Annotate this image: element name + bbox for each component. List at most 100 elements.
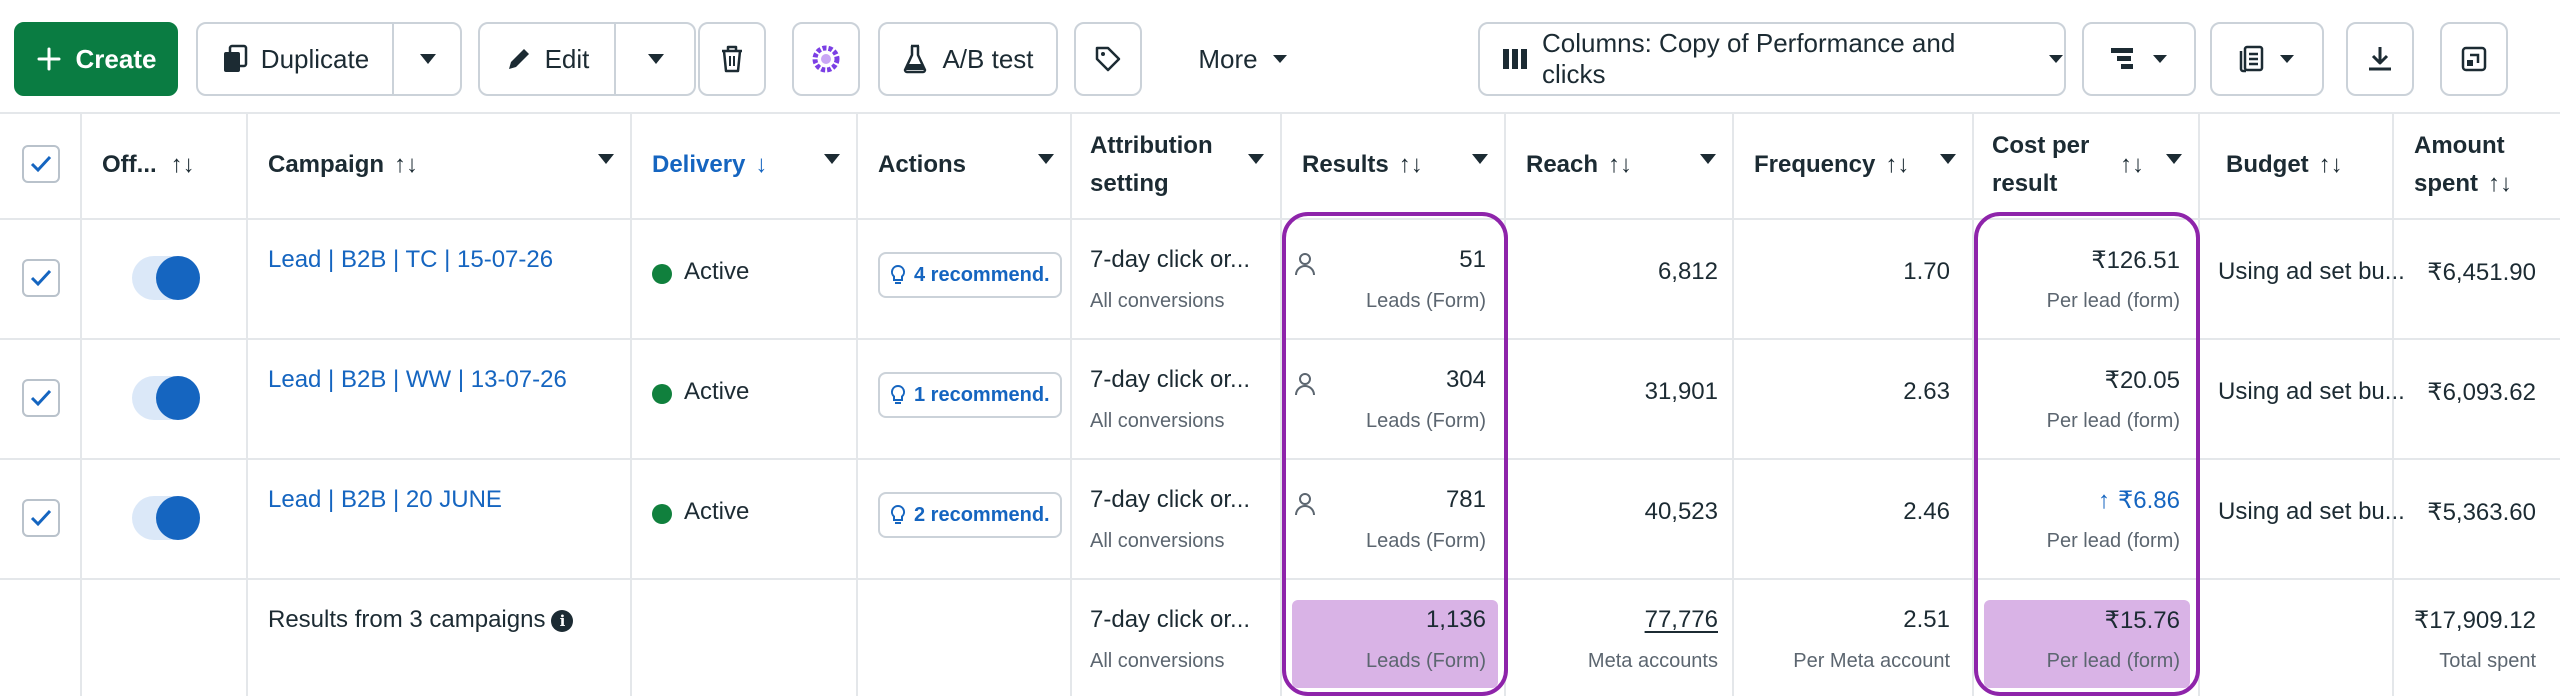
column-header-campaign[interactable]: Campaign ↑↓ <box>268 112 628 218</box>
attribution-setting: 7-day click or... <box>1090 366 1251 393</box>
columns-label: Columns: Copy of Performance and clicks <box>1542 28 1956 89</box>
recommendations-button[interactable]: 1 recommend. <box>878 372 1062 418</box>
tag-button[interactable] <box>1074 22 1142 96</box>
column-header-reach[interactable]: Reach ↑↓ <box>1526 112 1730 218</box>
caret-down-icon <box>2153 55 2167 63</box>
column-header-results[interactable]: Results ↑↓ <box>1302 112 1502 218</box>
toolbar: Create Duplicate Edit A/B test More Colu… <box>0 0 2560 112</box>
ab-test-button[interactable]: A/B test <box>878 22 1058 96</box>
campaign-toggle[interactable] <box>132 256 200 300</box>
breakdown-dropdown[interactable] <box>2082 22 2196 96</box>
columns-icon <box>1503 49 1527 69</box>
summary-reach-sub: Meta accounts <box>1587 650 1718 672</box>
duplicate-icon <box>223 44 248 72</box>
campaign-name-link[interactable]: Lead | B2B | 20 JUNE <box>268 486 502 514</box>
expand-icon <box>2461 46 2487 72</box>
campaign-toggle[interactable] <box>132 376 200 420</box>
delivery-status: Active <box>684 258 750 285</box>
plus-icon <box>37 47 61 71</box>
select-all-checkbox[interactable] <box>22 145 60 183</box>
column-header-cost-per-result[interactable]: Cost per result ↑↓ <box>1992 112 2196 218</box>
duplicate-label: Duplicate <box>260 43 370 74</box>
column-menu-caret-icon[interactable] <box>1940 154 1956 164</box>
checkmark-icon <box>30 509 52 527</box>
checkmark-icon <box>30 155 52 173</box>
caret-down-icon <box>1272 55 1287 63</box>
download-icon <box>2369 47 2391 71</box>
sort-desc-icon: ↓ <box>755 151 768 178</box>
reach-value: 31,901 <box>1644 378 1718 405</box>
status-dot-icon <box>652 504 672 524</box>
row-checkbox[interactable] <box>22 499 60 537</box>
pencil-icon <box>508 49 529 69</box>
reports-icon <box>2239 45 2264 73</box>
edit-label: Edit <box>544 43 590 74</box>
flask-icon <box>904 44 927 74</box>
sort-icon: ↑↓ <box>2318 151 2343 178</box>
attribution-setting: 7-day click or... <box>1090 246 1251 273</box>
column-header-amount-spent[interactable]: Amount spent ↑↓ <box>2414 112 2560 218</box>
row-checkbox[interactable] <box>22 379 60 417</box>
budget-value: Using ad set bu... <box>2218 258 2405 285</box>
attribution-sub: All conversions <box>1090 290 1225 312</box>
column-header-frequency[interactable]: Frequency ↑↓ <box>1754 112 1970 218</box>
column-header-budget[interactable]: Budget ↑↓ <box>2226 112 2390 218</box>
reports-dropdown[interactable] <box>2210 22 2324 96</box>
budget-value: Using ad set bu... <box>2218 378 2405 405</box>
edit-button-group: Edit <box>478 22 696 96</box>
column-header-delivery[interactable]: Delivery ↓ <box>652 112 854 218</box>
column-menu-caret-icon[interactable] <box>598 154 614 164</box>
sort-icon: ↑↓ <box>394 151 419 178</box>
duplicate-dropdown-button[interactable] <box>394 24 462 94</box>
summary-frequency: 2.51 <box>1903 606 1950 633</box>
column-menu-caret-icon[interactable] <box>2166 154 2182 164</box>
column-menu-caret-icon[interactable] <box>1700 154 1716 164</box>
delivery-status: Active <box>684 378 750 405</box>
checkmark-icon <box>30 389 52 407</box>
row-checkbox[interactable] <box>22 259 60 297</box>
column-header-attribution[interactable]: Attribution setting <box>1090 112 1278 218</box>
columns-preset-dropdown[interactable]: Columns: Copy of Performance and clicks <box>1478 22 2066 96</box>
campaign-toggle[interactable] <box>132 496 200 540</box>
trash-icon <box>722 45 742 73</box>
summary-amount-sub: Total spent <box>2439 650 2536 672</box>
delivery-status: Active <box>684 498 750 525</box>
reach-value: 6,812 <box>1657 258 1718 285</box>
sort-icon: ↑↓ <box>2488 170 2513 197</box>
sort-icon: ↑↓ <box>1885 151 1910 178</box>
recommendations-button[interactable]: 4 recommend. <box>878 252 1062 298</box>
sort-icon: ↑↓ <box>2120 151 2144 178</box>
column-menu-caret-icon[interactable] <box>824 154 840 164</box>
budget-value: Using ad set bu... <box>2218 498 2405 525</box>
lightbulb-icon <box>890 384 906 404</box>
column-header-actions[interactable]: Actions <box>878 112 1068 218</box>
column-menu-caret-icon[interactable] <box>1248 154 1264 164</box>
caret-down-icon <box>2049 55 2063 63</box>
column-menu-caret-icon[interactable] <box>1472 154 1488 164</box>
delete-button[interactable] <box>698 22 766 96</box>
create-button[interactable]: Create <box>14 22 178 96</box>
edit-button[interactable]: Edit <box>480 24 614 94</box>
summary-reach: 77,776 <box>1644 606 1718 633</box>
ai-assistant-button[interactable] <box>792 22 860 96</box>
lightbulb-icon <box>890 264 906 284</box>
duplicate-button[interactable]: Duplicate <box>198 24 392 94</box>
more-label: More <box>1198 43 1258 74</box>
ab-test-label: A/B test <box>942 43 1034 74</box>
summary-attribution-sub: All conversions <box>1090 650 1225 672</box>
campaign-name-link[interactable]: Lead | B2B | TC | 15-07-26 <box>268 246 553 274</box>
reach-value: 40,523 <box>1644 498 1718 525</box>
column-header-off-on[interactable]: Off... ↑↓ <box>102 112 242 218</box>
edit-dropdown-button[interactable] <box>616 24 696 94</box>
info-icon[interactable]: i <box>551 609 574 632</box>
expand-button[interactable] <box>2440 22 2508 96</box>
export-button[interactable] <box>2346 22 2414 96</box>
summary-label: Results from 3 campaigns i <box>268 606 574 634</box>
frequency-value: 1.70 <box>1903 258 1950 285</box>
summary-attribution: 7-day click or... <box>1090 606 1251 633</box>
results-column-highlight-frame <box>1282 212 1508 696</box>
more-button[interactable]: More <box>1168 22 1318 96</box>
campaign-name-link[interactable]: Lead | B2B | WW | 13-07-26 <box>268 366 567 394</box>
recommendations-button[interactable]: 2 recommend. <box>878 492 1062 538</box>
column-menu-caret-icon[interactable] <box>1038 154 1054 164</box>
